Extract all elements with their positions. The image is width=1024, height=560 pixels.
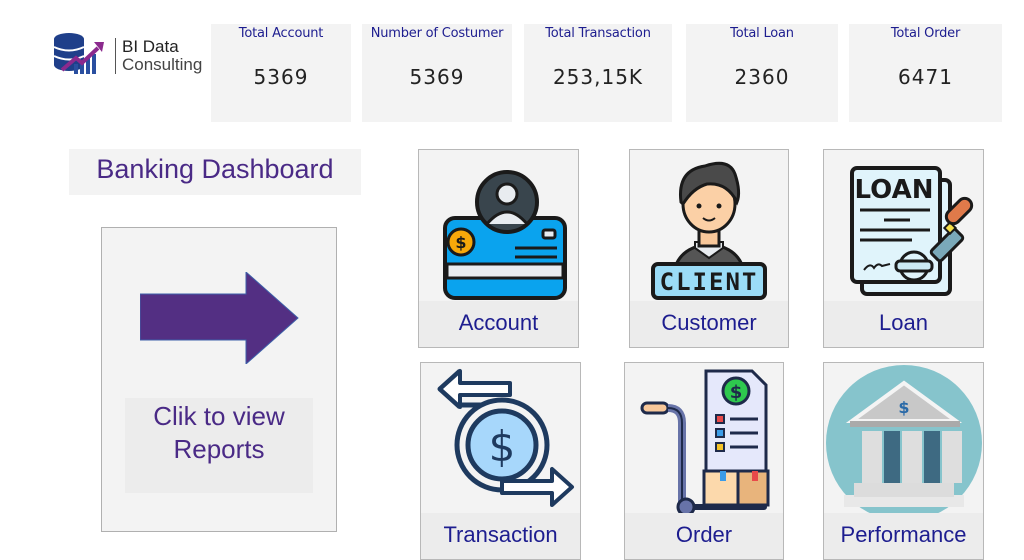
svg-text:LOAN: LOAN [854, 175, 933, 205]
kpi-card-total-account: Total Account 5369 [211, 24, 351, 122]
nav-tile-account[interactable]: $ Account [418, 149, 579, 348]
arrow-right-icon [140, 272, 299, 364]
nav-tile-label: Order [625, 513, 783, 559]
logo-line-2: Consulting [122, 55, 203, 74]
kpi-value: 5369 [253, 65, 309, 89]
nav-tile-label: Account [419, 301, 578, 347]
nav-tile-loan[interactable]: LOAN Loan [823, 149, 984, 348]
nav-tile-label: Loan [824, 301, 983, 347]
kpi-card-number-of-customer: Number of Costumer 5369 [362, 24, 512, 122]
kpi-value: 2360 [734, 65, 790, 89]
client-person-icon: CLIENT [651, 161, 767, 300]
kpi-card-total-order: Total Order 6471 [849, 24, 1002, 122]
kpi-title: Total Order [890, 26, 961, 41]
svg-text:$: $ [730, 382, 743, 403]
svg-text:$: $ [455, 233, 466, 252]
nav-tile-performance[interactable]: $ Performance [823, 362, 984, 560]
nav-tile-label: Transaction [421, 513, 580, 559]
svg-text:$: $ [488, 422, 515, 471]
nav-tile-order[interactable]: $ Order [624, 362, 784, 560]
page-title: Banking Dashboard [69, 149, 361, 195]
kpi-value: 5369 [409, 65, 465, 89]
nav-tile-customer[interactable]: CLIENT Customer [629, 149, 789, 348]
nav-tile-label: Customer [630, 301, 788, 347]
nav-tile-label: Performance [824, 513, 983, 559]
kpi-title: Total Account [238, 26, 324, 41]
kpi-value: 6471 [898, 65, 953, 89]
logo-text: BI Data Consulting [115, 38, 202, 74]
nav-tile-transaction[interactable]: $ Transaction [420, 362, 581, 560]
loan-document-stamp-icon: LOAN [849, 166, 973, 296]
money-exchange-icon: $ [437, 369, 574, 507]
kpi-title: Number of Costumer [370, 26, 504, 41]
kpi-title: Total Transaction [545, 26, 651, 41]
bank-card-user-icon: $ [442, 170, 567, 300]
view-reports-label: Clik to view Reports [125, 398, 313, 493]
svg-text:$: $ [898, 398, 909, 417]
bank-building-icon: $ [825, 365, 982, 515]
kpi-card-total-transaction: Total Transaction 253,15K [524, 24, 672, 122]
view-reports-button[interactable]: Clik to view Reports [101, 227, 337, 532]
kpi-title: Total Loan [730, 26, 794, 41]
kpi-value: 253,15K [552, 65, 644, 89]
view-reports-line-2: Reports [173, 434, 265, 464]
kpi-card-total-loan: Total Loan 2360 [686, 24, 838, 122]
logo-line-1: BI Data [122, 37, 179, 56]
view-reports-line-1: Clik to view [153, 401, 285, 431]
order-trolley-icon: $ [640, 369, 770, 515]
svg-text:CLIENT: CLIENT [660, 268, 759, 296]
database-growth-logo-icon [53, 33, 104, 74]
